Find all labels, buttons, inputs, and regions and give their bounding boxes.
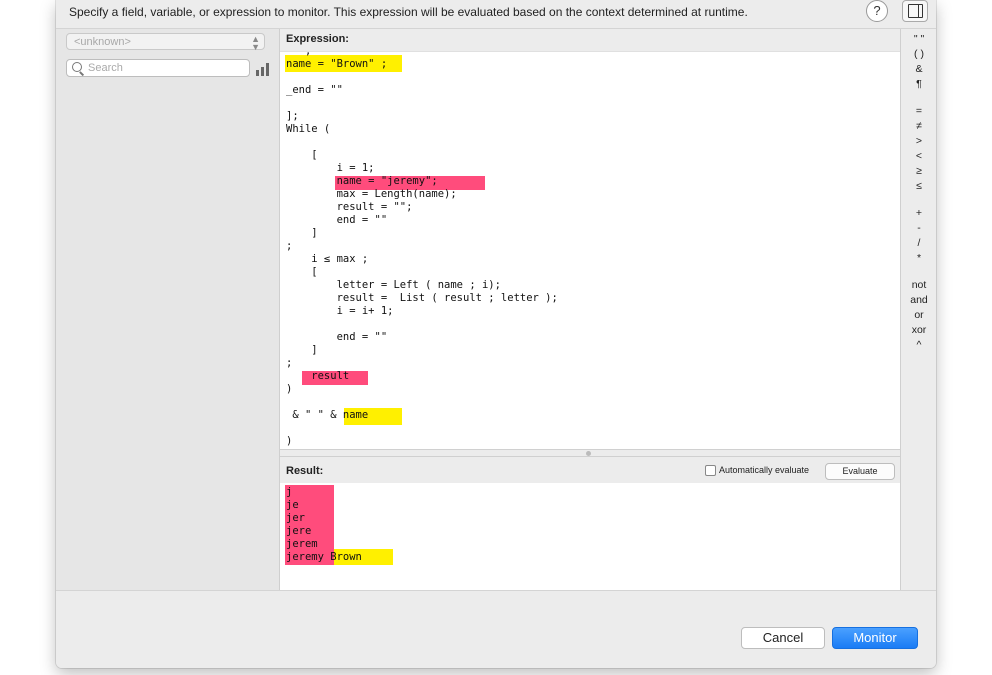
operator-button[interactable]: / [901, 237, 936, 249]
result-label: Result: [286, 465, 324, 477]
monitor-button[interactable]: Monitor [832, 627, 918, 649]
operator-button[interactable]: * [901, 252, 936, 264]
operators-pane: " " ( ) & ¶ = ≠ > < ≥ ≤ + - / * not and or xor ^ [900, 29, 936, 591]
context-select-value: <unknown> [74, 36, 131, 48]
operator-button[interactable]: ≠ [901, 120, 936, 132]
operator-button[interactable]: " " [901, 33, 936, 45]
operator-button[interactable]: + [901, 207, 936, 219]
operator-button[interactable]: ¶ [901, 78, 936, 90]
operator-button[interactable]: ^ [901, 339, 936, 351]
evaluate-button[interactable]: Evaluate [825, 463, 895, 480]
operator-button[interactable]: = [901, 105, 936, 117]
result-text: j je jer jere jerem jeremy Brown [286, 486, 362, 563]
fields-pane: <unknown> ▲ ▼ [56, 29, 280, 591]
expression-label: Expression: [286, 33, 349, 45]
operator-button[interactable]: or [901, 309, 936, 321]
operator-button[interactable]: - [901, 222, 936, 234]
context-select[interactable]: <unknown> ▲ ▼ [66, 33, 265, 52]
expression-pane: Expression: ; name = "Brown" ; _end = ""… [280, 29, 900, 591]
operator-button[interactable]: ≤ [901, 180, 936, 192]
cancel-button[interactable]: Cancel [741, 627, 825, 649]
auto-evaluate-label: Automatically evaluate [719, 465, 810, 475]
operator-button[interactable]: < [901, 150, 936, 162]
operator-button[interactable]: ( ) [901, 48, 936, 60]
operator-button[interactable]: ≥ [901, 165, 936, 177]
sidebar-toggle-icon [908, 4, 923, 18]
dialog-footer: Cancel Monitor [56, 590, 936, 668]
bar-chart-icon[interactable] [256, 63, 270, 76]
result-output: j je jer jere jerem jeremy Brown [280, 483, 900, 591]
auto-evaluate-checkbox[interactable]: Automatically evaluate [705, 465, 810, 477]
expression-editor[interactable]: ; name = "Brown" ; _end = "" ]; While ( … [280, 51, 900, 450]
dialog-header: Specify a field, variable, or expression… [56, 0, 936, 24]
monitor-dialog: Specify a field, variable, or expression… [56, 0, 936, 668]
help-button[interactable]: ? [866, 0, 888, 22]
updown-arrows-icon: ▲ ▼ [251, 34, 260, 52]
operator-button[interactable]: not [901, 279, 936, 291]
search-input[interactable] [88, 61, 238, 75]
checkbox-box[interactable] [705, 465, 716, 477]
dialog-body: <unknown> ▲▼ Expression: ; name = "Brown… [56, 28, 936, 591]
pane-splitter[interactable] [280, 449, 900, 457]
search-field[interactable] [66, 59, 250, 77]
search-icon [72, 62, 82, 72]
operator-button[interactable]: and [901, 294, 936, 306]
splitter-handle[interactable] [586, 451, 591, 456]
operator-button[interactable]: > [901, 135, 936, 147]
operator-button[interactable]: & [901, 63, 936, 75]
instructions-text: Specify a field, variable, or expression… [69, 5, 748, 19]
expression-code: ; name = "Brown" ; _end = "" ]; While ( … [286, 51, 558, 447]
sidebar-toggle-button[interactable] [902, 0, 928, 22]
operator-button[interactable]: xor [901, 324, 936, 336]
